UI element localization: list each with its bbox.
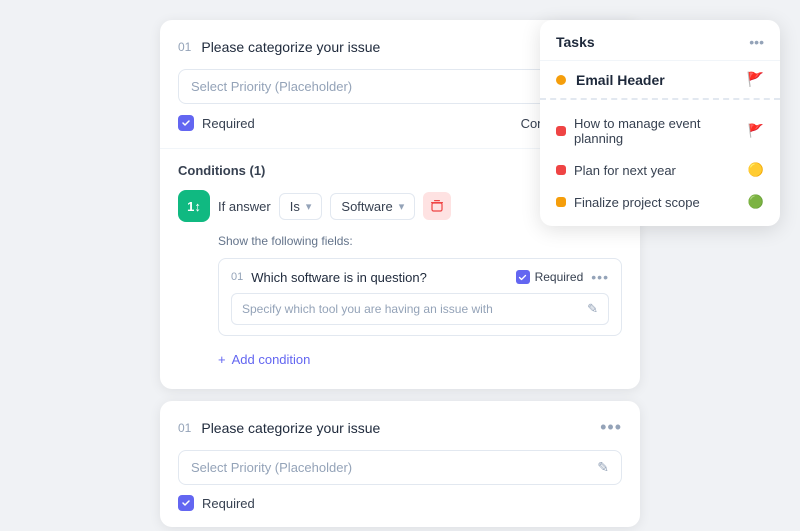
inner-card-header: 01 Which software is in question? Re: [231, 269, 609, 285]
task-3-name: Finalize project scope: [574, 195, 700, 210]
plus-icon: +: [218, 352, 226, 367]
condition-type-icon: 1↕: [178, 190, 210, 222]
card-1-title-row: 01 Please categorize your issue: [178, 39, 380, 55]
email-header-section: Email Header 🚩: [540, 61, 780, 100]
card-1-title: Please categorize your issue: [201, 39, 380, 55]
task-3-flag-icon: 🟢: [748, 194, 764, 210]
condition-icon-text: 1↕: [187, 199, 201, 214]
email-header-title: Email Header: [576, 72, 747, 88]
show-fields-label: Show the following fields:: [178, 234, 622, 248]
required-left: Required: [178, 115, 255, 131]
is-chevron-icon: ▾: [306, 200, 312, 213]
inner-step-number: 01: [231, 271, 243, 283]
tasks-panel-header: Tasks •••: [540, 20, 780, 61]
task-item-2[interactable]: Plan for next year 🟡: [540, 154, 780, 186]
inner-card-title: Which software is in question?: [251, 270, 427, 285]
task-item-1[interactable]: How to manage event planning 🚩: [540, 108, 780, 154]
card-2-title-row: 01 Please categorize your issue: [178, 420, 380, 436]
inner-input-row[interactable]: Specify which tool you are having an iss…: [231, 293, 609, 325]
tasks-panel: Tasks ••• Email Header 🚩 How to manage e…: [540, 20, 780, 226]
task-3-left: Finalize project scope: [556, 195, 700, 210]
tasks-panel-menu-button[interactable]: •••: [749, 34, 764, 50]
card-2-menu-button[interactable]: •••: [600, 417, 622, 438]
card-2-edit-icon[interactable]: ✎: [597, 459, 609, 476]
priority-placeholder: Select Priority (Placeholder): [191, 79, 597, 94]
is-label: Is: [290, 199, 300, 214]
inner-required-label: Required: [535, 270, 584, 284]
card-2-header: 01 Please categorize your issue •••: [178, 417, 622, 450]
step-number-1: 01: [178, 40, 191, 54]
card-2-priority-input[interactable]: Select Priority (Placeholder) ✎: [178, 450, 622, 485]
inner-title-row: 01 Which software is in question?: [231, 270, 427, 285]
inner-question-card: 01 Which software is in question? Re: [218, 258, 622, 336]
email-header-flag-icon: 🚩: [747, 71, 764, 88]
email-header-row: Email Header 🚩: [556, 71, 764, 88]
task-list: How to manage event planning 🚩 Plan for …: [540, 100, 780, 226]
card-2-required-checkbox[interactable]: [178, 495, 194, 511]
task-3-dot: [556, 197, 566, 207]
add-condition-button[interactable]: + Add condition: [178, 346, 622, 373]
task-1-name: How to manage event planning: [574, 116, 748, 146]
task-2-left: Plan for next year: [556, 163, 676, 178]
task-1-left: How to manage event planning: [556, 116, 748, 146]
software-label: Software: [341, 199, 392, 214]
inner-required-badge: Required: [516, 270, 584, 284]
card-2-priority-placeholder: Select Priority (Placeholder): [191, 460, 597, 475]
inner-required-checkbox[interactable]: [516, 270, 530, 284]
task-2-name: Plan for next year: [574, 163, 676, 178]
card-2-step-number: 01: [178, 421, 191, 435]
if-answer-label: If answer: [218, 199, 271, 214]
card-2-required-left: Required: [178, 495, 255, 511]
task-2-dot: [556, 165, 566, 175]
task-1-flag-icon: 🚩: [748, 123, 764, 139]
software-chevron-icon: ▾: [399, 200, 405, 213]
tasks-panel-title: Tasks: [556, 34, 595, 50]
add-condition-label: Add condition: [232, 352, 311, 367]
inner-card-menu-button[interactable]: •••: [591, 269, 609, 285]
email-header-dot: [556, 75, 566, 85]
task-2-flag-icon: 🟡: [748, 162, 764, 178]
delete-condition-button[interactable]: [423, 192, 451, 220]
required-label: Required: [202, 116, 255, 131]
software-select[interactable]: Software ▾: [330, 193, 415, 220]
card-2-required-label: Required: [202, 496, 255, 511]
card-2-title: Please categorize your issue: [201, 420, 380, 436]
form-card-2: 01 Please categorize your issue ••• Sele…: [160, 401, 640, 527]
task-1-dot: [556, 126, 566, 136]
required-checkbox[interactable]: [178, 115, 194, 131]
inner-edit-icon[interactable]: ✎: [587, 301, 598, 317]
inner-input-placeholder: Specify which tool you are having an iss…: [242, 302, 587, 316]
card-2-required-row: Required: [178, 495, 622, 511]
task-item-3[interactable]: Finalize project scope 🟢: [540, 186, 780, 218]
is-select[interactable]: Is ▾: [279, 193, 323, 220]
